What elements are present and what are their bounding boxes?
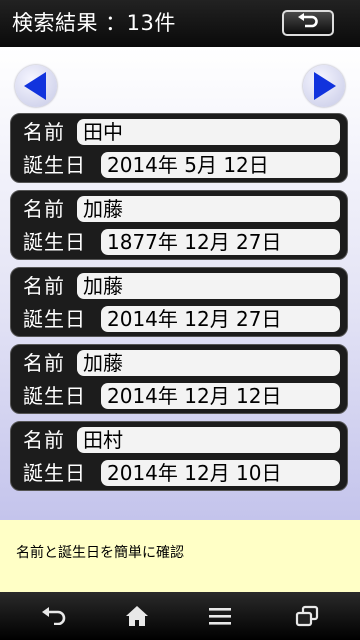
name-value: 加藤: [77, 196, 340, 222]
result-card[interactable]: 名前 加藤 誕生日 2014年 12月 12日: [10, 344, 348, 414]
birthday-value: 2014年 12月 10日: [101, 460, 340, 486]
name-row: 名前 田中: [11, 116, 347, 148]
name-value: 加藤: [77, 273, 340, 299]
name-value: 加藤: [77, 350, 340, 376]
menu-icon: [209, 608, 231, 625]
home-icon: [126, 606, 148, 626]
name-row: 名前 加藤: [11, 347, 347, 379]
name-label: 名前: [23, 351, 65, 375]
previous-page-button[interactable]: [15, 65, 57, 107]
birthday-value: 2014年 12月 27日: [101, 306, 340, 332]
banner-text: 名前と誕生日を簡単に確認: [16, 545, 184, 561]
back-icon: [42, 607, 66, 625]
birthday-value: 2014年 5月 12日: [101, 152, 340, 178]
name-label: 名前: [23, 197, 65, 221]
system-recents-button[interactable]: [290, 600, 324, 632]
name-row: 名前 田村: [11, 424, 347, 456]
system-menu-button[interactable]: [203, 600, 237, 632]
birthday-value: 1877年 12月 27日: [101, 229, 340, 255]
system-back-button[interactable]: [38, 600, 72, 632]
birthday-row: 誕生日 2014年 12月 12日: [11, 380, 347, 412]
system-home-button[interactable]: [120, 600, 154, 632]
left-arrow-icon: [24, 72, 46, 100]
birthday-row: 誕生日 2014年 12月 10日: [11, 457, 347, 489]
title-bar: 検索結果 ：13件: [0, 0, 360, 47]
name-label: 名前: [23, 428, 65, 452]
ad-banner[interactable]: 名前と誕生日を簡単に確認: [0, 520, 360, 592]
undo-arrow-icon: [297, 13, 319, 33]
birthday-label: 誕生日: [23, 153, 86, 177]
return-button[interactable]: [282, 10, 334, 36]
name-row: 名前 加藤: [11, 270, 347, 302]
result-card[interactable]: 名前 加藤 誕生日 2014年 12月 27日: [10, 267, 348, 337]
results-panel: 名前 田中 誕生日 2014年 5月 12日 名前 加藤 誕生日 1877年 1…: [0, 47, 360, 520]
birthday-label: 誕生日: [23, 230, 86, 254]
birthday-row: 誕生日 2014年 12月 27日: [11, 303, 347, 335]
recent-apps-icon: [295, 605, 319, 627]
name-value: 田中: [77, 119, 340, 145]
result-card[interactable]: 名前 田中 誕生日 2014年 5月 12日: [10, 113, 348, 183]
birthday-row: 誕生日 2014年 5月 12日: [11, 149, 347, 181]
name-label: 名前: [23, 274, 65, 298]
name-label: 名前: [23, 120, 65, 144]
name-value: 田村: [77, 427, 340, 453]
name-row: 名前 加藤: [11, 193, 347, 225]
result-card[interactable]: 名前 加藤 誕生日 1877年 12月 27日: [10, 190, 348, 260]
birthday-label: 誕生日: [23, 307, 86, 331]
page-title: 検索結果 ：13件: [12, 11, 176, 35]
birthday-value: 2014年 12月 12日: [101, 383, 340, 409]
birthday-label: 誕生日: [23, 461, 86, 485]
next-page-button[interactable]: [303, 65, 345, 107]
right-arrow-icon: [314, 72, 336, 100]
result-card[interactable]: 名前 田村 誕生日 2014年 12月 10日: [10, 421, 348, 491]
birthday-label: 誕生日: [23, 384, 86, 408]
birthday-row: 誕生日 1877年 12月 27日: [11, 226, 347, 258]
app-screen: 検索結果 ：13件 名前 田中 誕生日 2014年 5月 12日 名前 加藤 誕…: [0, 0, 360, 640]
system-navigation-bar: [0, 592, 360, 640]
